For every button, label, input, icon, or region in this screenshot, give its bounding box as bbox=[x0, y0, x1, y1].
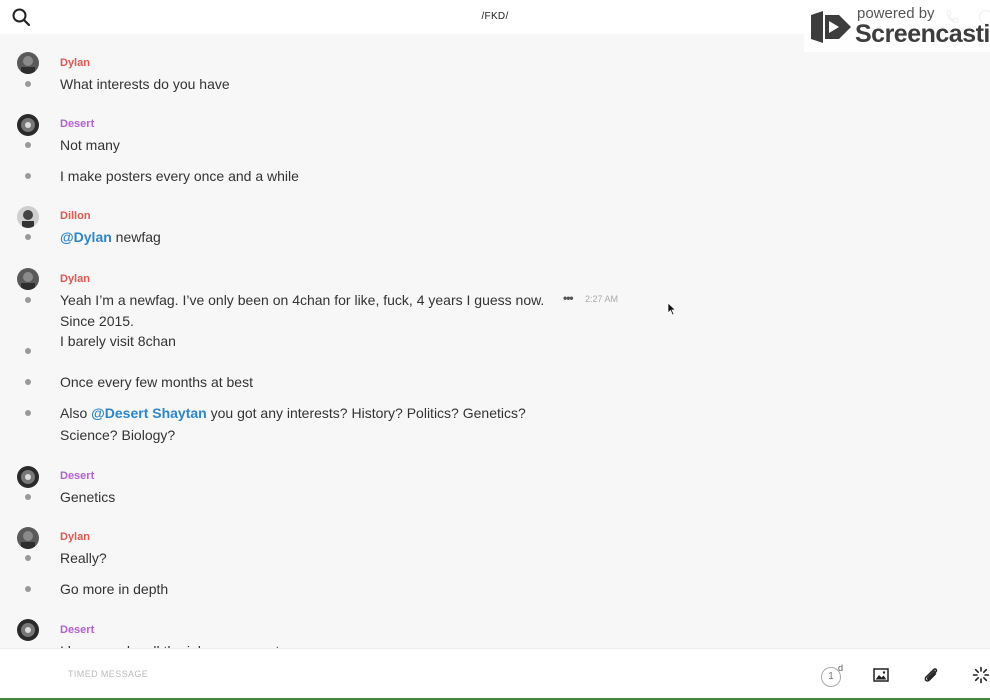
sender-name[interactable]: Desert bbox=[60, 118, 94, 130]
sender-name[interactable]: Desert bbox=[60, 470, 94, 482]
message-text: @Dylan newfag bbox=[60, 226, 620, 248]
message-bullet bbox=[25, 494, 31, 500]
avatar[interactable] bbox=[17, 52, 39, 74]
message-text: Science? Biology? bbox=[60, 427, 176, 443]
message-timestamp: 2:27 AM bbox=[585, 294, 619, 304]
avatar[interactable] bbox=[17, 527, 39, 549]
message-text: Also @Desert Shaytan you got any interes… bbox=[60, 402, 620, 424]
message-text-part: you got any interests? History? Politics… bbox=[210, 405, 526, 421]
mention-link[interactable]: @Desert Shaytan bbox=[91, 405, 207, 421]
avatar[interactable] bbox=[17, 466, 39, 488]
message-bullet bbox=[25, 586, 31, 592]
mouse-cursor-icon bbox=[667, 302, 677, 316]
message-text: Since 2015. bbox=[60, 313, 134, 329]
message-text: I make posters every once and a while bbox=[60, 168, 299, 184]
avatar[interactable] bbox=[17, 619, 39, 641]
message-text: Once every few months at best bbox=[60, 374, 253, 390]
more-options-icon[interactable]: ••• bbox=[563, 291, 574, 305]
sender-name[interactable]: Dillon bbox=[60, 210, 91, 222]
message-bullet bbox=[25, 81, 31, 87]
loading-icon[interactable] bbox=[972, 666, 990, 684]
message-bullet bbox=[25, 410, 31, 416]
message-text: Really? bbox=[60, 550, 107, 566]
sender-name[interactable]: Dylan bbox=[60, 273, 90, 285]
message-bullet bbox=[25, 379, 31, 385]
message-feed: Dylan What interests do you have Desert … bbox=[0, 34, 990, 648]
message-bullet bbox=[25, 173, 31, 179]
message-bullet bbox=[25, 297, 31, 303]
message-text: Go more in depth bbox=[60, 581, 169, 597]
message-input[interactable]: TIMED MESSAGE bbox=[68, 669, 148, 679]
message-text: What interests do you have bbox=[60, 76, 230, 92]
avatar[interactable] bbox=[17, 206, 39, 228]
message-text-part: newfag bbox=[115, 229, 161, 245]
composer-bar: TIMED MESSAGE 1 d bbox=[0, 648, 990, 700]
timer-unit: d bbox=[838, 663, 844, 673]
avatar[interactable] bbox=[17, 268, 39, 290]
mention-link[interactable]: @Dylan bbox=[60, 229, 112, 245]
message-text-part: Also bbox=[60, 405, 88, 421]
message-bullet bbox=[25, 234, 31, 240]
sender-name[interactable]: Desert bbox=[60, 624, 94, 636]
message-bullet bbox=[25, 142, 31, 148]
message-text: Not many bbox=[60, 137, 120, 153]
message-bullet bbox=[25, 555, 31, 561]
paperclip-icon[interactable] bbox=[922, 666, 940, 684]
message-text: Yeah I’m a newfag. I’ve only been on 4ch… bbox=[60, 292, 545, 308]
avatar[interactable] bbox=[17, 114, 39, 136]
image-icon[interactable] bbox=[873, 667, 889, 683]
message-text: I barely visit 8chan bbox=[60, 336, 620, 352]
message-text-part: I barely visit 8chan bbox=[60, 336, 176, 349]
message-text: I know, make all the jokes you want bbox=[60, 640, 620, 648]
message-text: Genetics bbox=[60, 489, 116, 505]
sender-name[interactable]: Dylan bbox=[60, 531, 90, 543]
timer-button[interactable]: 1 d bbox=[821, 663, 847, 687]
sender-name[interactable]: Dylan bbox=[60, 57, 90, 69]
message-bullet bbox=[25, 348, 31, 354]
